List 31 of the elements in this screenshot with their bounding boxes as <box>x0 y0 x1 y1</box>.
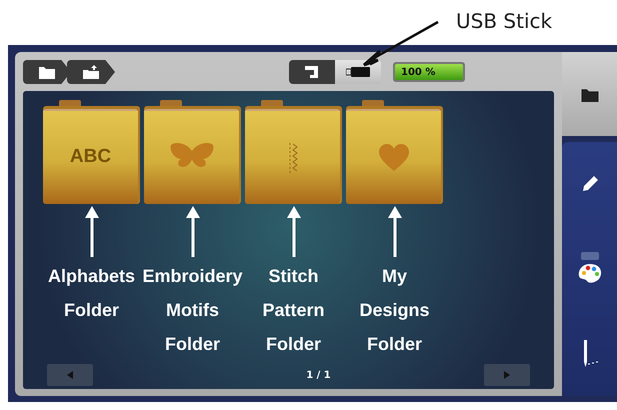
breadcrumb-button[interactable] <box>67 60 115 84</box>
folder-arrow-icon <box>82 64 100 80</box>
page-indicator: 1 / 1 <box>306 368 331 382</box>
pointer-arrow <box>388 206 402 257</box>
folder-tab <box>59 100 81 106</box>
heart-icon <box>378 144 408 172</box>
folder-tab <box>362 100 384 106</box>
pointer-arrow <box>186 206 200 257</box>
source-toggle-button[interactable] <box>289 60 335 84</box>
callout-label: Alphabets Folder <box>48 265 135 322</box>
pencil-icon <box>580 175 598 194</box>
callout-label: Stitch Pattern Folder <box>262 265 324 356</box>
zigzag-stitch-icon <box>288 142 298 172</box>
callout-label: My Designs Folder <box>359 265 430 356</box>
pointer-arrow <box>286 206 300 257</box>
meter-reading: 100 % <box>401 66 436 80</box>
folder-button[interactable] <box>144 100 241 204</box>
folder-tab <box>261 100 283 106</box>
folder-button[interactable] <box>245 100 342 204</box>
abc-label: ABC <box>70 145 112 170</box>
callout-label: USB Stick <box>456 8 552 35</box>
callout-label: Embroidery Motifs Folder <box>142 265 243 356</box>
left-triangle-icon <box>67 371 73 379</box>
folder-tab <box>160 100 182 106</box>
folder-icon <box>38 64 56 80</box>
source-toggle-button[interactable] <box>335 60 381 84</box>
sidebar-tab[interactable] <box>562 52 617 136</box>
pointer-arrow <box>84 206 98 257</box>
folder-button[interactable] <box>346 100 443 204</box>
usb-stick-icon <box>346 66 370 78</box>
right-triangle-icon <box>504 371 510 379</box>
